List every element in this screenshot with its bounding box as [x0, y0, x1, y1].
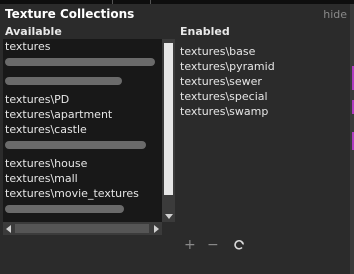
list-item-label: textures	[5, 40, 51, 53]
list-item-label: textures\apartment	[5, 108, 113, 121]
available-list-item[interactable]	[3, 141, 162, 156]
available-header: Available	[5, 25, 62, 38]
available-vertical-scrollbar[interactable]	[162, 39, 175, 222]
list-item-label: textures\PD	[5, 93, 70, 106]
enabled-header: Enabled	[180, 25, 230, 38]
available-horizontal-scrollbar[interactable]	[3, 222, 162, 235]
texture-collections-panel: Texture Collections hide Available Enabl…	[0, 4, 350, 274]
chevron-left-icon[interactable]	[6, 225, 11, 233]
enabled-list-item[interactable]: textures\sewer	[178, 74, 348, 89]
chevron-down-icon[interactable]	[165, 214, 173, 219]
scrollbar-thumb[interactable]	[15, 224, 149, 233]
enabled-list-item[interactable]: textures\swamp	[178, 104, 348, 119]
enabled-list-item[interactable]: textures\special	[178, 89, 348, 104]
redacted-text	[5, 205, 124, 213]
scroll-corner	[162, 222, 175, 235]
list-item-label: textures\house	[5, 157, 88, 170]
available-list-item[interactable]: textures\PD	[3, 92, 162, 107]
available-list-item[interactable]	[3, 205, 162, 220]
list-item-label: textures\castle	[5, 123, 87, 136]
redacted-text	[5, 58, 155, 66]
adjacent-panel-edge	[350, 4, 354, 274]
available-list-item[interactable]	[3, 58, 162, 73]
redacted-text	[5, 141, 146, 149]
available-list-item[interactable]: textures\castle	[3, 122, 162, 137]
panel-title: Texture Collections	[5, 7, 135, 21]
refresh-icon[interactable]	[233, 239, 245, 251]
available-list-item[interactable]: textures\house	[3, 156, 162, 171]
list-item-label: textures\mall	[5, 172, 78, 185]
chevron-right-icon[interactable]	[154, 225, 159, 233]
hide-button[interactable]: hide	[323, 8, 347, 21]
available-list-item[interactable]	[3, 77, 162, 92]
available-list-item[interactable]: textures	[3, 39, 162, 54]
available-list-item[interactable]: textures\mall	[3, 171, 162, 186]
enabled-list-item[interactable]: textures\pyramid	[178, 59, 348, 74]
enabled-list[interactable]: textures\base textures\pyramid textures\se…	[178, 44, 348, 119]
remove-button[interactable]: −	[207, 237, 219, 253]
add-button[interactable]: +	[184, 237, 196, 253]
list-item-label: textures\movie_textures	[5, 187, 139, 200]
enabled-list-item[interactable]: textures\base	[178, 44, 348, 59]
redacted-text	[5, 77, 122, 85]
available-list[interactable]: textures textures\PD textures\apartment tex…	[3, 39, 162, 222]
scrollbar-thumb[interactable]	[164, 43, 173, 195]
available-list-item[interactable]: textures\movie_textures	[3, 186, 162, 201]
available-list-item[interactable]: textures\apartment	[3, 107, 162, 122]
